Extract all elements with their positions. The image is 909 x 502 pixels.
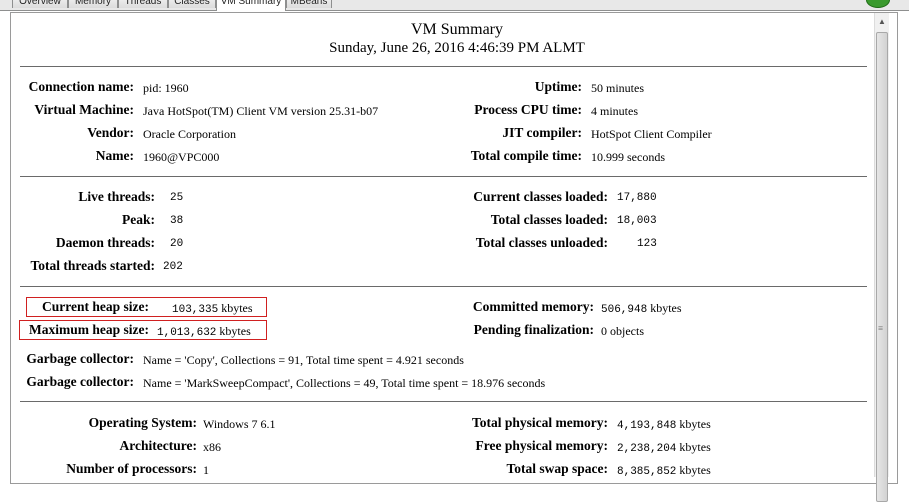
current-heap-size-number: 103,335 — [172, 304, 219, 316]
name-label: Name: — [95, 148, 134, 163]
vm-summary-window: Overview Memory Threads Classes VM Summa… — [0, 0, 909, 502]
tab-overview[interactable]: Overview — [12, 0, 68, 8]
connection-name-label: Connection name: — [28, 79, 134, 94]
daemon-threads-label: Daemon threads: — [55, 235, 155, 250]
total-compile-time-label: Total compile time: — [470, 148, 582, 163]
process-cpu-time-label: Process CPU time: — [474, 102, 582, 117]
garbage-collector-label: Garbage collector: — [26, 351, 134, 366]
free-physical-memory-label: Free physical memory: — [475, 438, 608, 453]
maximum-heap-size-unit: kbytes — [219, 324, 251, 338]
tab-bar: Overview Memory Threads Classes VM Summa… — [0, 0, 909, 11]
free-physical-memory-number: 2,238,204 — [617, 443, 677, 455]
tab-threads[interactable]: Threads — [118, 0, 168, 8]
architecture-value: x86 — [203, 440, 221, 454]
scroll-thumb[interactable] — [876, 32, 888, 502]
current-heap-size-value: 103,335 kbytes — [172, 301, 253, 316]
java-logo-icon — [866, 0, 890, 8]
total-classes-loaded-value: 18,003 — [617, 215, 657, 227]
total-compile-time-value: 10.999 seconds — [591, 150, 665, 164]
jit-compiler-value: HotSpot Client Compiler — [591, 127, 712, 141]
current-heap-size-label: Current heap size: — [42, 299, 149, 314]
operating-system-label: Operating System: — [88, 415, 197, 430]
total-swap-space-value: 8,385,852 kbytes — [617, 463, 711, 478]
tab-vm-summary[interactable]: VM Summary — [216, 0, 286, 11]
tab-mbeans[interactable]: MBeans — [286, 0, 332, 8]
jit-compiler-label: JIT compiler: — [502, 125, 582, 140]
operating-system-value: Windows 7 6.1 — [203, 417, 276, 431]
divider — [20, 401, 867, 402]
daemon-threads-value: 20 — [170, 238, 184, 250]
free-physical-memory-value: 2,238,204 kbytes — [617, 440, 711, 455]
total-physical-memory-label: Total physical memory: — [472, 415, 608, 430]
current-heap-size-unit: kbytes — [221, 301, 253, 315]
total-swap-space-label: Total swap space: — [506, 461, 608, 476]
total-physical-memory-number: 4,193,848 — [617, 420, 677, 432]
tab-classes[interactable]: Classes — [168, 0, 216, 8]
name-value: 1960@VPC000 — [143, 150, 220, 164]
peak-label: Peak: — [122, 212, 155, 227]
live-threads-label: Live threads: — [78, 189, 155, 204]
virtual-machine-label: Virtual Machine: — [34, 102, 134, 117]
total-classes-unloaded-label: Total classes unloaded: — [475, 235, 608, 250]
committed-memory-number: 506,948 — [601, 304, 648, 316]
committed-memory-value: 506,948 kbytes — [601, 301, 682, 316]
live-threads-value: 25 — [170, 192, 184, 204]
uptime-value: 50 minutes — [591, 81, 644, 95]
garbage-collector-value: Name = 'Copy', Collections = 91, Total t… — [143, 353, 464, 367]
tab-memory[interactable]: Memory — [68, 0, 118, 8]
committed-memory-label: Committed memory: — [472, 299, 594, 314]
connection-name-value: pid: 1960 — [143, 81, 189, 95]
process-cpu-time-value: 4 minutes — [591, 104, 638, 118]
total-classes-loaded-label: Total classes loaded: — [490, 212, 608, 227]
architecture-label: Architecture: — [119, 438, 197, 453]
total-threads-started-label: Total threads started: — [30, 258, 156, 273]
total-swap-space-unit: kbytes — [679, 463, 711, 477]
garbage-collector-label: Garbage collector: — [26, 374, 134, 389]
committed-memory-unit: kbytes — [650, 301, 682, 315]
free-physical-memory-unit: kbytes — [679, 440, 711, 454]
total-classes-unloaded-value: 123 — [637, 238, 657, 250]
uptime-label: Uptime: — [534, 79, 582, 94]
divider — [20, 286, 867, 287]
total-physical-memory-value: 4,193,848 kbytes — [617, 417, 711, 432]
total-physical-memory-unit: kbytes — [679, 417, 711, 431]
vertical-scrollbar[interactable]: ▲ ≡ — [874, 13, 889, 502]
total-swap-space-number: 8,385,852 — [617, 466, 677, 478]
virtual-machine-value: Java HotSpot(TM) Client VM version 25.31… — [143, 104, 379, 118]
number-of-processors-value: 1 — [203, 463, 209, 477]
pending-finalization-value: 0 objects — [601, 324, 644, 338]
peak-value: 38 — [170, 215, 184, 227]
pending-finalization-label: Pending finalization: — [473, 322, 594, 337]
garbage-collector-value: Name = 'MarkSweepCompact', Collections =… — [143, 376, 546, 390]
maximum-heap-size-number: 1,013,632 — [157, 327, 217, 339]
vendor-label: Vendor: — [87, 125, 134, 140]
number-of-processors-label: Number of processors: — [66, 461, 197, 476]
maximum-heap-size-label: Maximum heap size: — [29, 322, 149, 337]
current-classes-loaded-value: 17,880 — [617, 192, 657, 204]
page-title: VM Summary — [411, 21, 503, 38]
total-threads-started-value: 202 — [163, 261, 183, 273]
summary-datetime: Sunday, June 26, 2016 4:46:39 PM ALMT — [329, 40, 585, 56]
scroll-grip-icon: ≡ — [878, 323, 884, 333]
divider — [20, 66, 867, 67]
maximum-heap-size-value: 1,013,632 kbytes — [157, 324, 251, 339]
current-classes-loaded-label: Current classes loaded: — [473, 189, 608, 204]
vendor-value: Oracle Corporation — [143, 127, 236, 141]
divider — [20, 176, 867, 177]
